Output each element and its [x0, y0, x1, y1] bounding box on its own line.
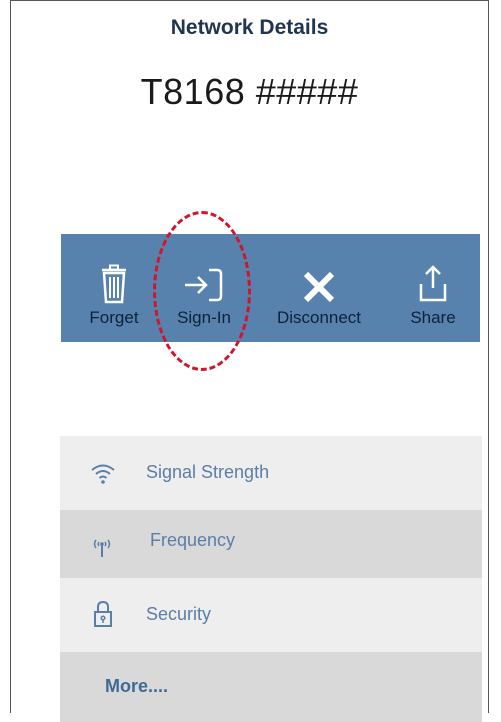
share-icon — [416, 258, 450, 304]
security-item[interactable]: Security — [60, 578, 482, 652]
more-label: More.... — [105, 676, 169, 696]
lock-icon — [93, 600, 113, 628]
share-label: Share — [410, 308, 456, 327]
sign-in-button[interactable]: Sign-In — [164, 234, 244, 342]
network-name: T8168 ##### — [140, 71, 359, 112]
signal-strength-item[interactable]: Signal Strength — [60, 436, 482, 510]
forget-label: Forget — [89, 308, 139, 327]
trash-icon — [100, 258, 128, 304]
page-title: Network Details — [170, 16, 329, 39]
action-bar: Forget Sign-In Disconnect Share — [61, 234, 480, 342]
antenna-icon — [92, 536, 112, 558]
frequency-item[interactable]: Frequency — [60, 510, 482, 578]
signal-strength-label: Signal Strength — [146, 462, 270, 482]
share-button[interactable]: Share — [398, 234, 468, 342]
disconnect-label: Disconnect — [276, 308, 362, 327]
sign-in-icon — [183, 258, 225, 304]
frequency-label: Frequency — [150, 530, 236, 550]
disconnect-button[interactable]: Disconnect — [264, 234, 374, 342]
security-label: Security — [146, 604, 212, 624]
more-button[interactable]: More.... — [60, 652, 482, 722]
wifi-icon — [90, 462, 116, 486]
sign-in-label: Sign-In — [177, 308, 231, 327]
network-details-screen: Network Details T8168 ##### Forget Sign-… — [10, 0, 489, 722]
details-list: Signal Strength Frequency Security More.… — [60, 436, 482, 722]
forget-button[interactable]: Forget — [79, 234, 149, 342]
close-x-icon — [302, 258, 336, 304]
